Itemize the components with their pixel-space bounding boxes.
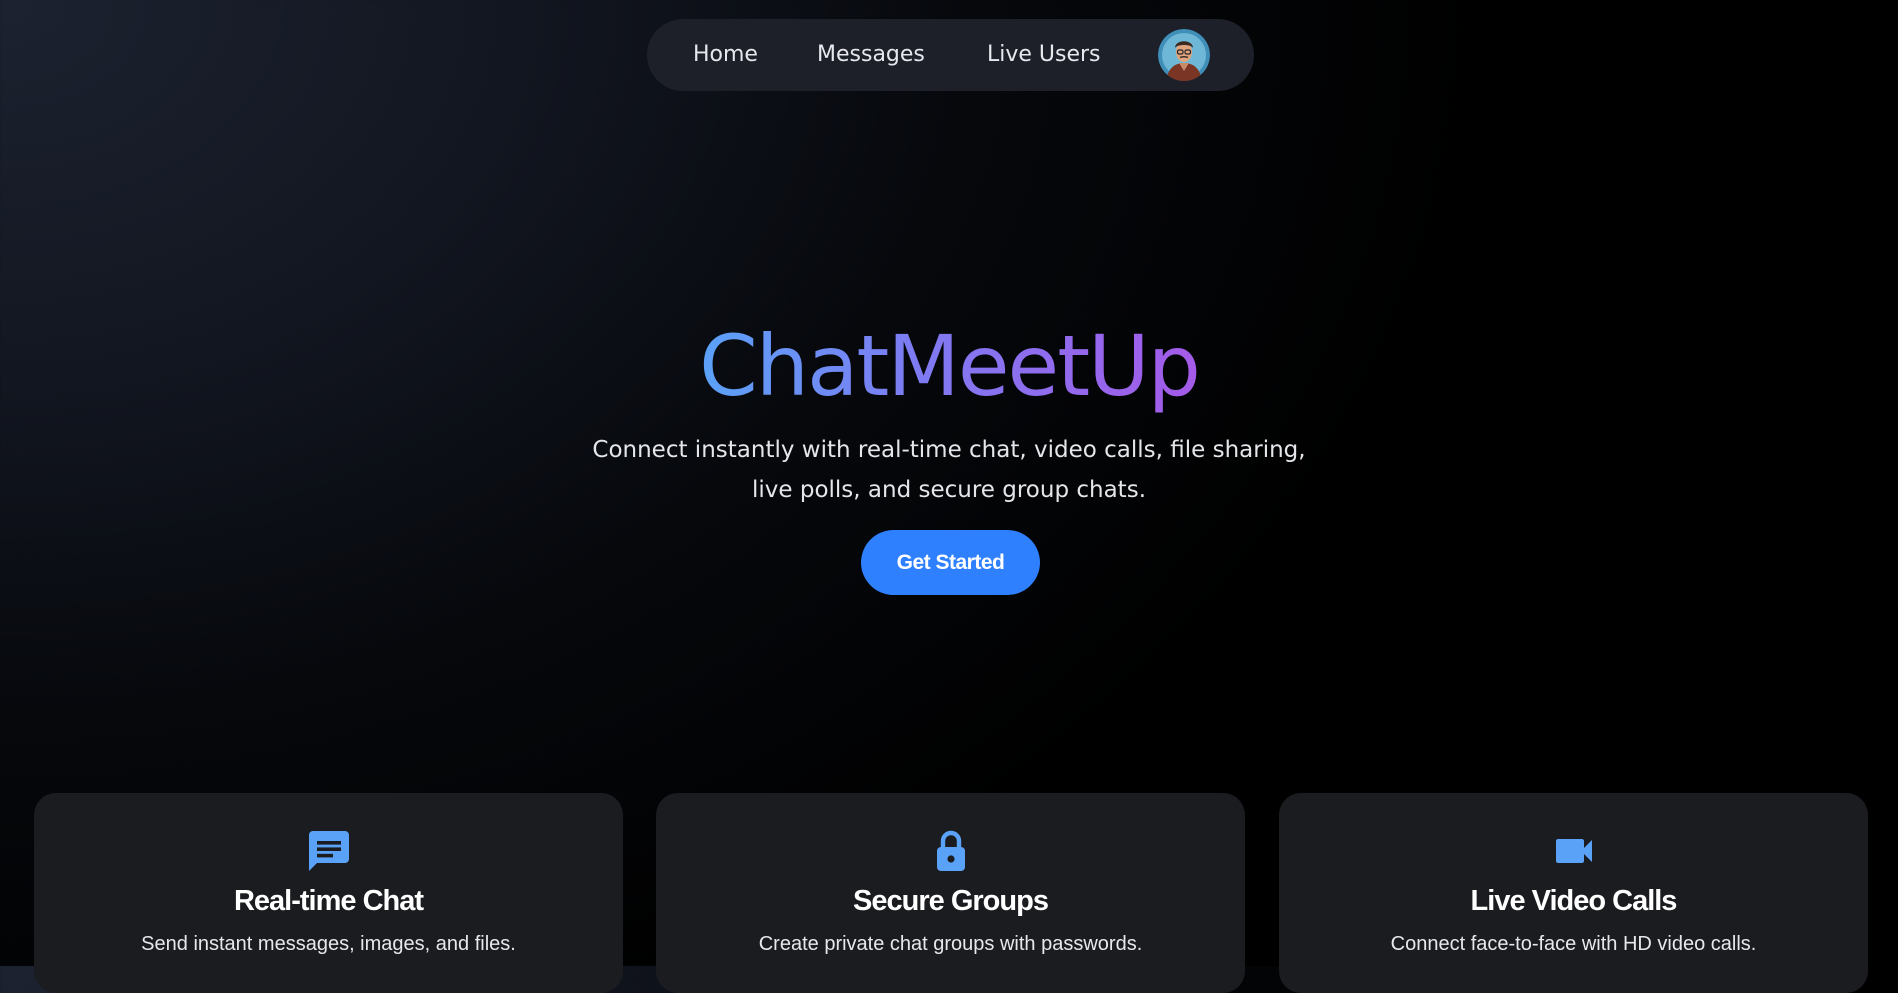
feature-card-live-video-calls: Live Video Calls Connect face-to-face wi… — [1279, 793, 1868, 993]
feature-title: Live Video Calls — [1470, 885, 1678, 917]
nav-link-home[interactable]: Home — [693, 19, 758, 91]
avatar[interactable] — [1158, 29, 1210, 81]
hero-subtitle: Connect instantly with real-time chat, v… — [592, 437, 1306, 503]
user-avatar-icon — [1158, 29, 1210, 81]
hero-title: ChatMeetUp — [0, 316, 1898, 416]
hero-title-text: ChatMeetUp — [699, 317, 1201, 415]
feature-description: Send instant messages, images, and files… — [141, 933, 516, 955]
feature-description: Create private chat groups with password… — [758, 933, 1143, 955]
top-nav: Home Messages Live Users — [647, 19, 1254, 91]
chat-icon — [308, 831, 349, 871]
video-camera-icon — [1555, 839, 1592, 863]
feature-title: Real-time Chat — [233, 885, 424, 917]
feature-title: Secure Groups — [853, 885, 1049, 917]
get-started-button[interactable]: Get Started — [861, 530, 1040, 595]
feature-card-realtime-chat: Real-time Chat Send instant messages, im… — [34, 793, 623, 993]
lock-icon — [936, 830, 965, 871]
nav-link-live-users[interactable]: Live Users — [987, 19, 1101, 91]
nav-link-messages[interactable]: Messages — [817, 19, 925, 91]
feature-card-secure-groups: Secure Groups Create private chat groups… — [656, 793, 1245, 993]
feature-description: Connect face-to-face with HD video calls… — [1390, 933, 1757, 955]
